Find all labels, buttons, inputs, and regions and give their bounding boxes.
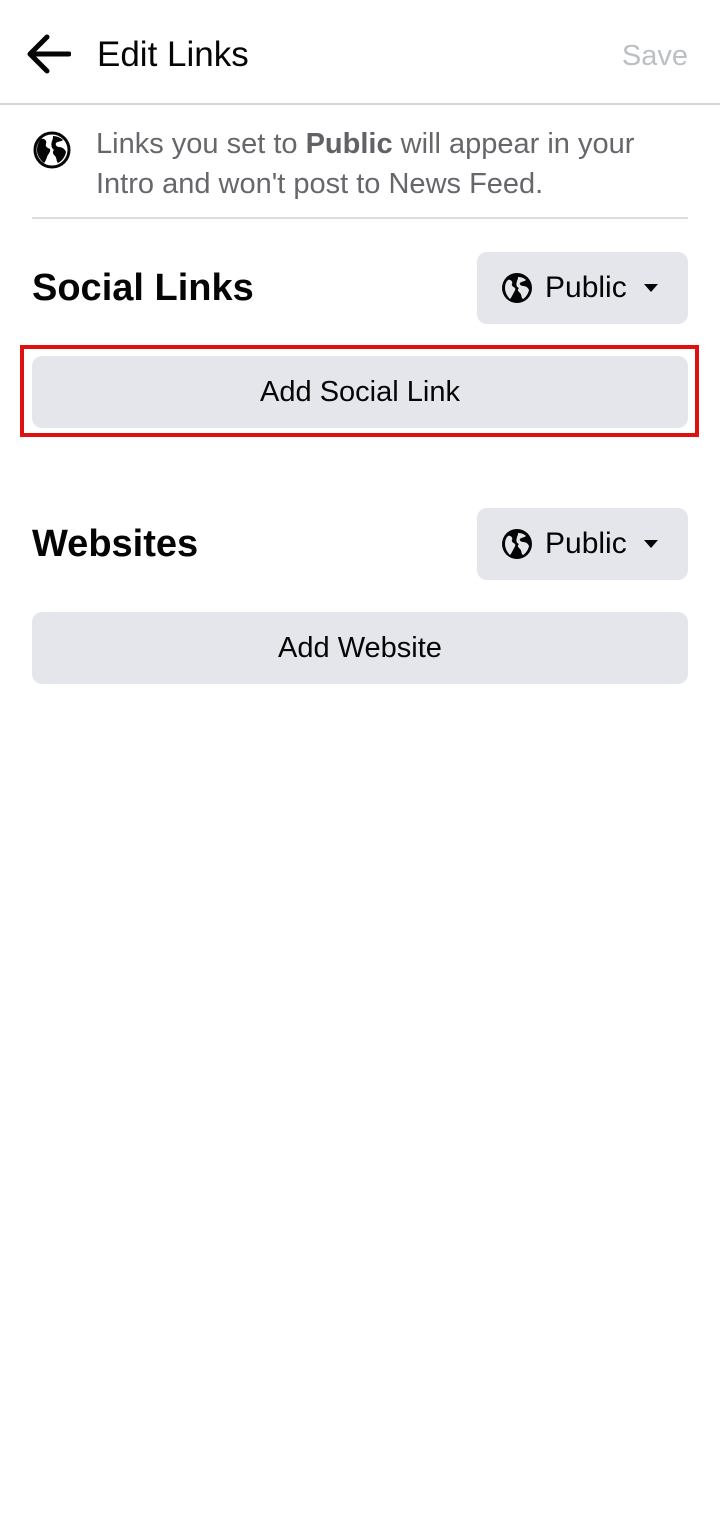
- add-website-button[interactable]: Add Website: [32, 612, 688, 684]
- notice-text-start: Links you set to: [96, 128, 306, 160]
- social-links-title: Social Links: [32, 267, 254, 309]
- add-social-link-button[interactable]: Add Social Link: [32, 356, 688, 428]
- globe-icon: [502, 273, 532, 303]
- arrow-left-icon: [27, 34, 71, 74]
- privacy-label: Public: [545, 527, 627, 560]
- notice-text: Links you set to Public will appear in y…: [96, 124, 688, 204]
- social-links-privacy-selector[interactable]: Public: [477, 252, 688, 324]
- top-app-bar: Edit Links Save: [0, 0, 720, 105]
- privacy-label: Public: [545, 271, 627, 304]
- page-title: Edit Links: [97, 35, 249, 74]
- notice-text-bold: Public: [305, 128, 393, 160]
- globe-icon: [502, 529, 532, 559]
- globe-icon: [33, 131, 71, 169]
- public-links-notice: Links you set to Public will appear in y…: [32, 124, 688, 219]
- save-button[interactable]: Save: [622, 37, 688, 75]
- websites-title: Websites: [32, 523, 199, 565]
- back-button[interactable]: [18, 26, 78, 82]
- caret-down-icon: [643, 284, 658, 292]
- caret-down-icon: [643, 540, 658, 548]
- websites-privacy-selector[interactable]: Public: [477, 508, 688, 580]
